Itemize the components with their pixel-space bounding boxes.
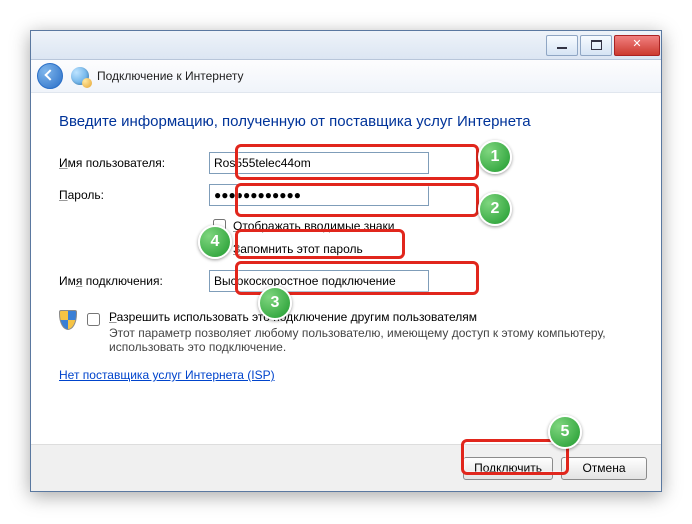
minimize-button[interactable] <box>546 35 578 56</box>
connection-name-input[interactable] <box>209 270 429 292</box>
allow-others-label: Разрешить использовать это подключение д… <box>109 310 609 324</box>
allow-others-checkbox[interactable] <box>87 313 100 326</box>
globe-icon <box>71 67 89 85</box>
titlebar <box>31 31 661 60</box>
dialog-window: Подключение к Интернету Введите информац… <box>30 30 662 492</box>
allow-others-row: Разрешить использовать это подключение д… <box>59 310 633 354</box>
allow-others-text: Разрешить использовать это подключение д… <box>109 310 609 354</box>
allow-others-sub: Этот параметр позволяет любому пользоват… <box>109 326 609 354</box>
remember-row: Запомнить этот пароль <box>209 239 633 258</box>
connect-button[interactable]: Подключить <box>463 457 553 480</box>
nav-bar: Подключение к Интернету <box>31 60 661 93</box>
show-chars-row: Отображать вводимые знаки <box>209 216 633 235</box>
content-area: Введите информацию, полученную от постав… <box>31 93 661 394</box>
back-button[interactable] <box>37 63 63 89</box>
username-input[interactable] <box>209 152 429 174</box>
username-row: Имя пользователя: <box>59 152 633 174</box>
maximize-button[interactable] <box>580 35 612 56</box>
remember-checkbox[interactable] <box>213 242 226 255</box>
window-title: Подключение к Интернету <box>97 69 244 83</box>
no-isp-link[interactable]: Нет поставщика услуг Интернета (ISP) <box>59 368 275 382</box>
footer: Подключить Отмена <box>31 444 661 491</box>
show-chars-checkbox[interactable] <box>213 219 226 232</box>
username-label: Имя пользователя: <box>59 156 209 170</box>
password-input[interactable] <box>209 184 429 206</box>
remember-label: Запомнить этот пароль <box>233 242 363 256</box>
close-button[interactable] <box>614 35 660 56</box>
connection-name-row: Имя подключения: <box>59 270 633 292</box>
cancel-button[interactable]: Отмена <box>561 457 647 480</box>
page-heading: Введите информацию, полученную от постав… <box>59 113 633 130</box>
connection-name-label: Имя подключения: <box>59 274 209 288</box>
password-label: Пароль: <box>59 188 209 202</box>
show-chars-label: Отображать вводимые знаки <box>233 219 395 233</box>
password-row: Пароль: <box>59 184 633 206</box>
shield-icon <box>59 310 77 330</box>
